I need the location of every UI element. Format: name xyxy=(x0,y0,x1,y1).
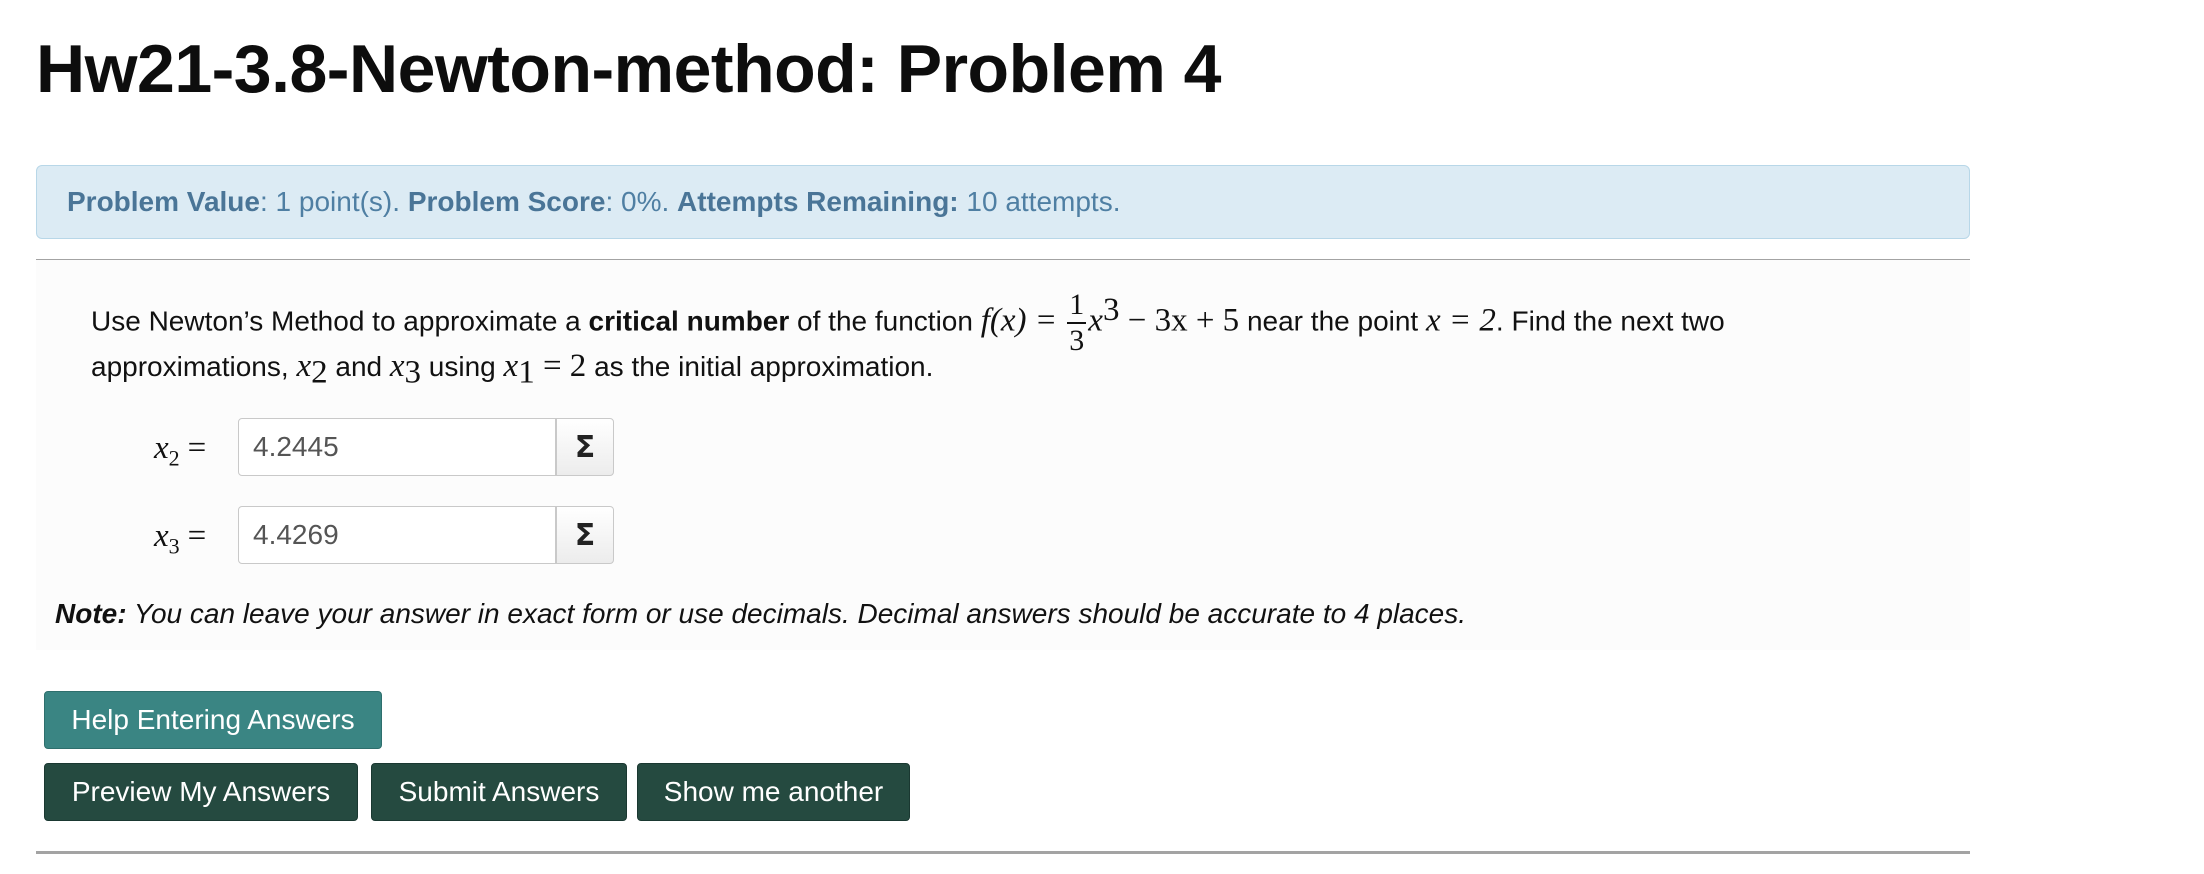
x1-subscript: 1 xyxy=(518,354,535,391)
fraction-denominator: 3 xyxy=(1069,324,1085,357)
page-title: Hw21-3.8-Newton-method: Problem 4 xyxy=(36,31,1222,107)
attempts-remaining-label: Attempts Remaining: xyxy=(677,186,959,217)
function-rest: − 3x + 5 xyxy=(1119,302,1240,339)
point-equation: x = 2 xyxy=(1426,302,1496,339)
fraction-one-third: 13 xyxy=(1067,288,1087,358)
help-entering-answers-button[interactable]: Help Entering Answers xyxy=(44,691,382,749)
x2-label-var: x xyxy=(154,430,169,466)
sigma-icon: Σ xyxy=(574,429,596,465)
attempts-remaining-text: 10 attempts. xyxy=(958,186,1121,217)
function-text: of the function xyxy=(789,305,981,337)
x3-variable: x xyxy=(389,348,405,384)
function-lhs: f(x) = xyxy=(980,302,1066,339)
note-text: You can leave your answer in exact form … xyxy=(126,598,1467,629)
problem-value-label: Problem Value xyxy=(67,186,260,217)
bottom-divider xyxy=(36,851,1970,854)
x2-label-sub: 2 xyxy=(168,445,180,471)
x1-equation: = 2 xyxy=(534,348,587,384)
problem-statement-line-2: approximations, x2 and x3 using x1 = 2 a… xyxy=(91,348,933,392)
using-text: using xyxy=(421,351,504,382)
x2-equation-editor-button[interactable]: Σ xyxy=(556,418,614,476)
initial-approx-text: as the initial approximation. xyxy=(586,351,934,382)
exponent: 3 xyxy=(1102,292,1120,329)
find-text: . Find the next two xyxy=(1495,305,1725,337)
x3-equation-editor-button[interactable]: Σ xyxy=(556,506,614,564)
sigma-icon: Σ xyxy=(574,517,596,553)
intro-text: Use Newton’s Method to approximate a xyxy=(91,305,589,337)
fraction-numerator: 1 xyxy=(1067,288,1087,324)
x2-answer-input[interactable]: 4.2445 xyxy=(238,418,556,476)
x3-label-equals: = xyxy=(187,518,207,554)
x2-subscript: 2 xyxy=(311,354,328,391)
problem-body: Use Newton’s Method to approximate a cri… xyxy=(36,260,1970,650)
x3-answer-input[interactable]: 4.4269 xyxy=(238,506,556,564)
x3-subscript: 3 xyxy=(404,354,422,391)
problem-value-text: : 1 point(s). xyxy=(259,186,408,217)
near-text: near the point xyxy=(1239,305,1426,337)
problem-info-banner: Problem Value: 1 point(s). Problem Score… xyxy=(36,165,1970,239)
x-variable: x xyxy=(1088,302,1103,339)
answer-note: Note: You can leave your answer in exact… xyxy=(55,598,1466,630)
approximations-text: approximations, xyxy=(91,351,297,382)
x2-answer-label: x2 = xyxy=(154,430,206,472)
critical-number-bold: critical number xyxy=(588,305,790,337)
x2-variable: x xyxy=(296,348,312,384)
and-text: and xyxy=(327,351,390,382)
x2-label-equals: = xyxy=(187,430,207,466)
note-label: Note: xyxy=(55,598,127,629)
x3-label-var: x xyxy=(154,518,169,554)
x3-label-sub: 3 xyxy=(168,533,180,559)
x1-variable: x xyxy=(503,348,519,384)
submit-answers-button[interactable]: Submit Answers xyxy=(371,763,627,821)
problem-score-label: Problem Score xyxy=(407,186,606,217)
show-another-button[interactable]: Show me another xyxy=(637,763,910,821)
x3-answer-label: x3 = xyxy=(154,518,206,560)
preview-answers-button[interactable]: Preview My Answers xyxy=(44,763,358,821)
problem-score-text: : 0%. xyxy=(605,186,678,217)
